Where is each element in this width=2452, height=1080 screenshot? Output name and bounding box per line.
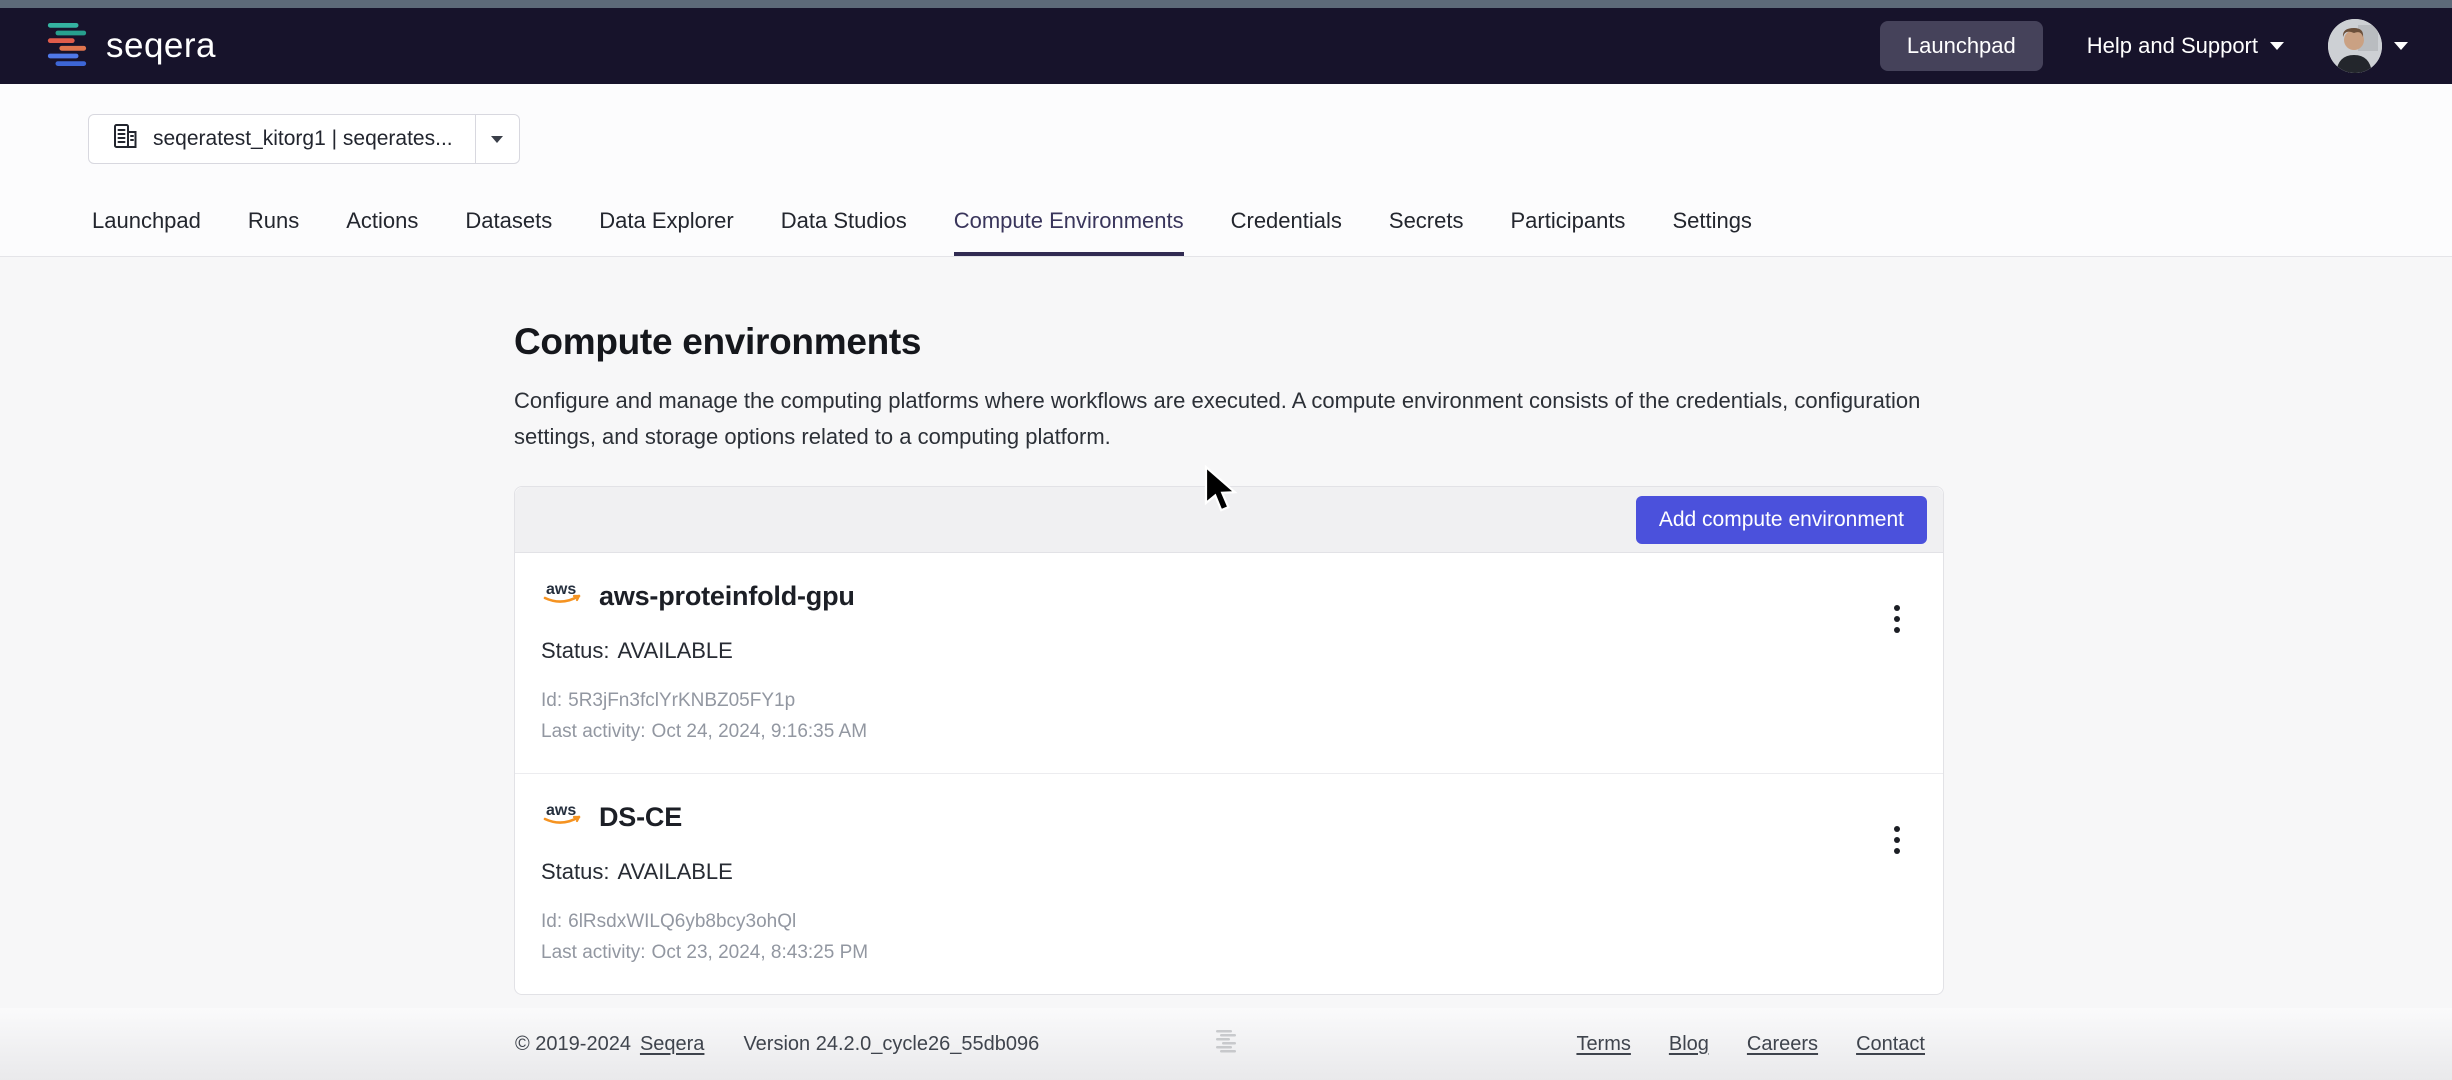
env-name[interactable]: DS-CE (599, 802, 682, 833)
screen: seqera Launchpad Help and Support seqera… (0, 0, 2452, 1080)
contact-link[interactable]: Contact (1856, 1033, 1925, 1056)
workspace-selector-value: seqeratest_kitorg1 | seqerates... (153, 127, 453, 150)
tab-runs[interactable]: Runs (248, 208, 299, 256)
env-id: Id: 5R3jFn3fclYrKNBZ05FY1p (541, 690, 1853, 712)
kebab-menu-icon (1894, 605, 1900, 612)
copyright-text: © 2019-2024 (515, 1032, 631, 1055)
env-id-label: Id: (541, 911, 563, 933)
env-title-row: aws aws-proteinfold-gpu (541, 579, 1853, 614)
chevron-down-icon (2394, 42, 2408, 50)
status-badge: AVAILABLE (617, 638, 733, 664)
env-last-activity-label: Last activity: (541, 721, 646, 743)
panel-toolbar: Add compute environment (515, 487, 1943, 554)
seqera-company-link[interactable]: Seqera (640, 1033, 705, 1056)
tab-participants[interactable]: Participants (1510, 208, 1625, 256)
footer: © 2019-2024 Seqera Version 24.2.0_cycle2… (0, 1008, 2452, 1080)
chevron-down-icon (491, 135, 504, 143)
aws-icon: aws (541, 800, 583, 835)
browser-top-edge (0, 0, 2452, 8)
compute-environments-panel: Add compute environment aws aws-proteinf… (514, 486, 1944, 996)
more-options-button[interactable] (1877, 599, 1917, 639)
tab-datasets[interactable]: Datasets (465, 208, 552, 256)
workspace-selector[interactable]: seqeratest_kitorg1 | seqerates... (88, 114, 520, 164)
footer-links: Terms Blog Careers Contact (1576, 1033, 1925, 1056)
env-status-label: Status: (541, 638, 610, 664)
env-last-activity: Last activity: Oct 23, 2024, 8:43:25 PM (541, 942, 1853, 964)
env-id-value: 5R3jFn3fclYrKNBZ05FY1p (568, 690, 796, 712)
user-menu[interactable] (2328, 19, 2408, 73)
tab-actions[interactable]: Actions (346, 208, 418, 256)
workspace-tabs: Launchpad Runs Actions Datasets Data Exp… (0, 164, 2452, 257)
kebab-menu-icon (1894, 826, 1900, 833)
env-id: Id: 6lRsdxWILQ6yb8bcy3ohQl (541, 911, 1853, 933)
env-name[interactable]: aws-proteinfold-gpu (599, 581, 855, 612)
tab-launchpad[interactable]: Launchpad (92, 208, 201, 256)
env-id-label: Id: (541, 690, 563, 712)
tab-credentials[interactable]: Credentials (1231, 208, 1342, 256)
tab-settings[interactable]: Settings (1672, 208, 1752, 256)
more-options-button[interactable] (1877, 820, 1917, 860)
env-title-row: aws DS-CE (541, 800, 1853, 835)
brand[interactable]: seqera (44, 22, 216, 71)
tab-data-studios[interactable]: Data Studios (781, 208, 907, 256)
footer-copyright: © 2019-2024 Seqera Version 24.2.0_cycle2… (515, 1033, 1039, 1056)
svg-text:aws: aws (546, 802, 576, 819)
terms-link[interactable]: Terms (1576, 1033, 1630, 1056)
version-text: Version 24.2.0_cycle26_55db096 (743, 1032, 1040, 1055)
brand-text: seqera (106, 26, 217, 65)
seqera-glyph-icon (1214, 1029, 1238, 1059)
env-status: Status: AVAILABLE (541, 859, 1853, 885)
compute-environment-row[interactable]: aws DS-CE Status: AVAILABLE Id: 6lRsdxWILQ… (515, 774, 1943, 995)
launchpad-button[interactable]: Launchpad (1879, 21, 2043, 71)
workspace-bar: seqeratest_kitorg1 | seqerates... Launch… (0, 84, 2452, 257)
tab-compute-environments[interactable]: Compute Environments (953, 208, 1184, 256)
blog-link[interactable]: Blog (1669, 1033, 1709, 1056)
careers-link[interactable]: Careers (1747, 1033, 1818, 1056)
chevron-down-icon (2270, 42, 2284, 50)
page-header: Compute environments Configure and manag… (514, 321, 2004, 454)
env-last-activity-value: Oct 23, 2024, 8:43:25 PM (651, 942, 869, 964)
help-and-support-label: Help and Support (2086, 33, 2258, 58)
tab-secrets[interactable]: Secrets (1389, 208, 1464, 256)
aws-icon: aws (541, 579, 583, 614)
svg-text:aws: aws (546, 581, 576, 598)
seqera-logo-icon (44, 22, 90, 71)
env-last-activity: Last activity: Oct 24, 2024, 9:16:35 AM (541, 721, 1853, 743)
tab-data-explorer[interactable]: Data Explorer (599, 208, 734, 256)
avatar[interactable] (2328, 19, 2382, 73)
workspace-selector-caret[interactable] (474, 115, 519, 163)
workspace-selector-main: seqeratest_kitorg1 | seqerates... (89, 115, 475, 163)
top-navbar: seqera Launchpad Help and Support (0, 8, 2452, 84)
page-title: Compute environments (514, 321, 922, 362)
add-compute-environment-button[interactable]: Add compute environment (1635, 495, 1927, 544)
help-and-support-menu[interactable]: Help and Support (2087, 33, 2284, 59)
env-status: Status: AVAILABLE (541, 638, 1853, 664)
page-description: Configure and manage the computing platf… (514, 388, 1921, 449)
organization-icon (111, 122, 139, 156)
env-last-activity-label: Last activity: (541, 942, 646, 964)
env-last-activity-value: Oct 24, 2024, 9:16:35 AM (651, 721, 868, 743)
env-status-label: Status: (541, 859, 610, 885)
status-badge: AVAILABLE (617, 859, 733, 885)
compute-environment-row[interactable]: aws aws-proteinfold-gpu Status: AVAILABLE… (515, 553, 1943, 775)
navbar-right: Launchpad Help and Support (1879, 19, 2408, 73)
env-id-value: 6lRsdxWILQ6yb8bcy3ohQl (568, 911, 797, 933)
